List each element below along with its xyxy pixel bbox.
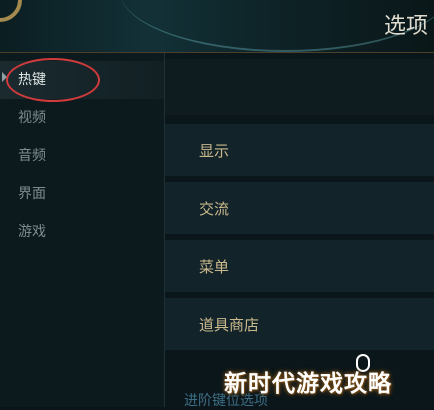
header-bar: 选项: [0, 0, 434, 53]
section-label: 菜单: [199, 258, 230, 276]
section-label: 道具商店: [199, 316, 260, 334]
logo-ring-icon: [0, 0, 22, 22]
section-row-chat[interactable]: 交流: [165, 182, 434, 234]
annotation-circle: [6, 58, 100, 102]
sidebar-item-interface[interactable]: 界面: [18, 183, 46, 203]
watermark-text: 新时代游戏攻略: [224, 371, 392, 397]
sidebar: 热键 视频 音频 界面 游戏: [0, 53, 165, 407]
sidebar-item-audio[interactable]: 音频: [18, 145, 46, 165]
sidebar-item-video[interactable]: 视频: [18, 107, 46, 127]
section-label: 交流: [199, 200, 230, 218]
section-label: 显示: [199, 142, 230, 160]
sidebar-item-game[interactable]: 游戏: [18, 221, 46, 241]
section-row-item-shop[interactable]: 道具商店: [165, 298, 434, 350]
section-row-menu[interactable]: 菜单: [165, 240, 434, 292]
page-title: 选项: [383, 14, 428, 39]
content-panel: 显示 交流 菜单 道具商店: [165, 53, 434, 407]
section-row-display[interactable]: 显示: [165, 124, 434, 176]
content-top-strip: [165, 59, 434, 115]
